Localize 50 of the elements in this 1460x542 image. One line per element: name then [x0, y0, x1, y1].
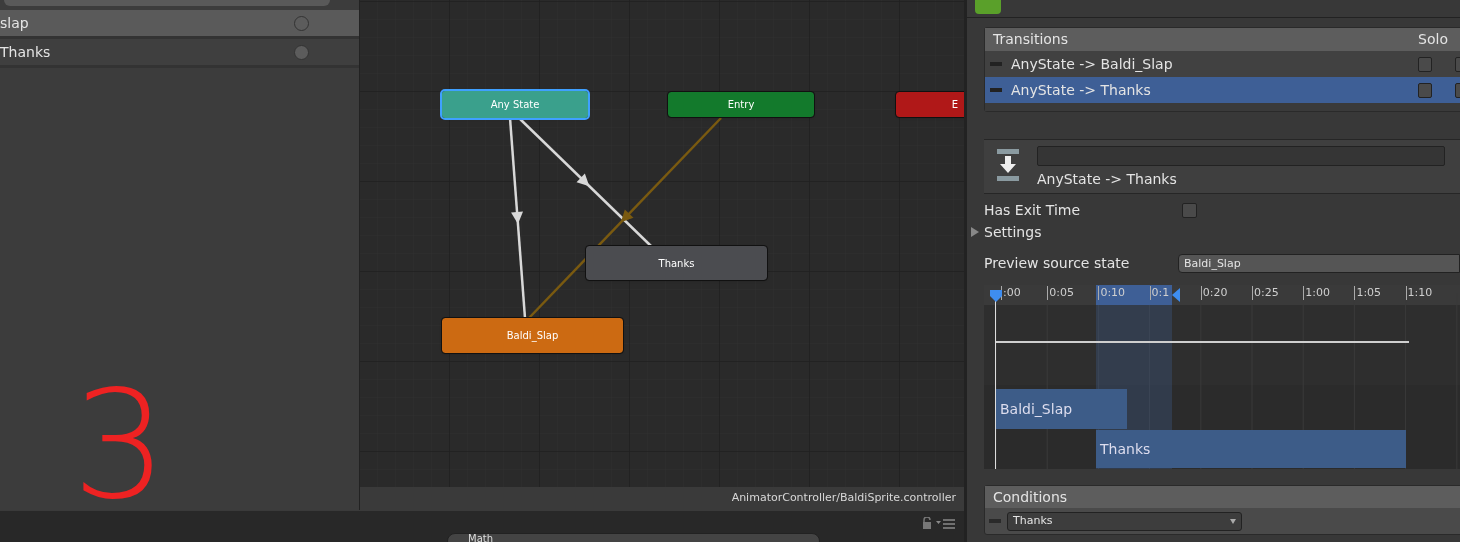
column-header: Solo	[1418, 30, 1448, 49]
column-header: Transitions	[993, 30, 1068, 49]
parameter-name: slap	[0, 13, 29, 33]
field-label: Has Exit Time	[984, 200, 1082, 220]
trigger-toggle[interactable]	[294, 15, 309, 31]
controller-path: AnimatorController/BaldiSprite.controller	[731, 490, 956, 507]
solo-checkbox[interactable]	[1418, 82, 1432, 98]
field-label: Preview source state	[984, 253, 1131, 273]
drag-handle-icon[interactable]	[990, 88, 1002, 92]
transition-end-marker-icon[interactable]	[1172, 288, 1181, 302]
preview-state-dropdown[interactable]: Baldi_Slap	[1178, 253, 1460, 273]
transition-label: AnyState -> Thanks	[1011, 80, 1152, 100]
state-node[interactable]: Baldi_Slap	[442, 318, 623, 353]
clip-bar[interactable]: Baldi_Slap	[996, 389, 1127, 429]
time-label: 0:10	[1098, 286, 1126, 300]
transition-icon	[996, 149, 1020, 181]
time-label: 1:10	[1405, 286, 1433, 300]
lock-icon[interactable]	[922, 517, 932, 529]
foldout-triangle-icon[interactable]	[971, 227, 980, 237]
time-label: 0:25	[1252, 286, 1279, 300]
exit-time-checkbox[interactable]	[1182, 202, 1197, 218]
time-label: 0:05	[1047, 286, 1074, 300]
list-header: Conditions	[985, 486, 1460, 508]
menu-icon[interactable]	[936, 519, 956, 529]
state-node[interactable]: Entry	[668, 92, 814, 117]
settings-foldout[interactable]: Settings	[967, 221, 1460, 243]
state-node[interactable]: E	[896, 92, 964, 117]
clip-bar[interactable]: Thanks	[1096, 430, 1406, 468]
state-node[interactable]: Thanks	[586, 246, 767, 280]
time-label: 1:05	[1354, 286, 1382, 300]
search-field[interactable]: Math	[447, 533, 820, 542]
parameter-row[interactable]: slap	[0, 10, 359, 39]
trigger-toggle[interactable]	[294, 44, 309, 60]
playhead-marker-icon[interactable]	[989, 289, 1003, 303]
transition-range[interactable]	[1096, 285, 1172, 305]
component-icon	[975, 0, 1001, 14]
condition-parameter-dropdown[interactable]: Thanks	[1007, 511, 1242, 531]
transition-title: AnyState -> Thanks	[1037, 170, 1178, 189]
time-label: 1:00	[1303, 286, 1330, 300]
name-field[interactable]	[1037, 146, 1445, 166]
solo-checkbox[interactable]	[1418, 56, 1432, 72]
transition-label: AnyState -> Baldi_Slap	[1011, 54, 1174, 74]
handwritten-annotation: 3	[72, 370, 168, 520]
time-label: 0:20	[1200, 286, 1228, 300]
state-node[interactable]: Any State	[442, 91, 588, 118]
time-label: 0:1	[1149, 286, 1170, 300]
drag-handle-icon[interactable]	[989, 519, 1001, 523]
transition-row[interactable]: AnyState -> Thanks	[985, 77, 1460, 103]
dropdown-caret-icon	[1230, 518, 1236, 524]
parameter-name: Thanks	[0, 42, 51, 62]
